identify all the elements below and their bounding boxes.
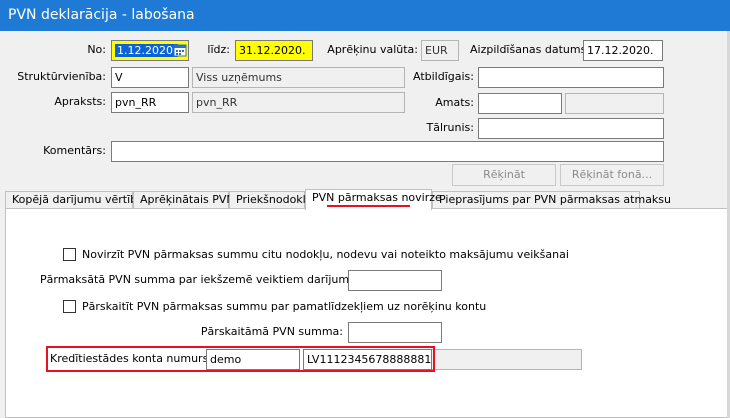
tab-prieksnodoklis[interactable]: Priekšnodoklis bbox=[229, 191, 315, 209]
transfer-checkbox-label: Pārskaitīt PVN pārmaksas summu par pamat… bbox=[82, 300, 487, 313]
komentars-label: Komentārs: bbox=[43, 144, 106, 157]
apraksts-label: Apraksts: bbox=[54, 95, 106, 108]
parskait-field[interactable] bbox=[348, 322, 442, 343]
talrunis-field[interactable] bbox=[478, 118, 664, 139]
tab-pieprasijums[interactable]: Pieprasījums par PVN pārmaksas atmaksu bbox=[432, 191, 671, 209]
rekinat-button[interactable]: Rēķināt bbox=[452, 164, 556, 186]
parskait-label: Pārskaitāmā PVN summa: bbox=[200, 325, 343, 338]
amats-label: Amats: bbox=[435, 96, 474, 109]
apraksts-name-field: pvn_RR bbox=[192, 92, 405, 113]
calendar-icon[interactable] bbox=[173, 43, 187, 57]
date-to-field[interactable]: 31.12.2020. bbox=[235, 40, 313, 61]
strukt-name-field: Viss uzņēmums bbox=[192, 67, 405, 88]
apraksts-code-field[interactable]: pvn_RR bbox=[111, 92, 189, 113]
komentars-field[interactable] bbox=[111, 141, 664, 162]
no-label: No: bbox=[87, 43, 106, 56]
summa-field[interactable] bbox=[348, 270, 442, 291]
rekinat-fona-button[interactable]: Rēķināt fonā... bbox=[560, 164, 664, 186]
lidz-label: līdz: bbox=[207, 43, 230, 56]
talrunis-label: Tālrunis: bbox=[426, 121, 474, 134]
atbildigais-field[interactable] bbox=[478, 67, 664, 88]
amats-field[interactable] bbox=[478, 93, 562, 114]
redirect-checkbox-label: Novirzīt PVN pārmaksas summu citu nodokļ… bbox=[82, 248, 569, 261]
tab-pvn-parmaksas-novirze[interactable]: PVN pārmaksas novirze bbox=[305, 189, 442, 210]
tab-kopeja-darijumu-vertiba[interactable]: Kopējā darījumu vērtība bbox=[5, 191, 144, 209]
redirect-checkbox[interactable] bbox=[63, 248, 76, 261]
tab-label: Pieprasījums par PVN pārmaksas atmaksu bbox=[439, 193, 672, 206]
tab-label: Kopējā darījumu vērtība bbox=[12, 193, 144, 206]
active-tab-underline bbox=[327, 205, 410, 207]
strukt-code-field[interactable]: V bbox=[111, 67, 189, 88]
tab-label: Priekšnodoklis bbox=[236, 193, 315, 206]
tab-aprekinatais-pvn[interactable]: Aprēķinātais PVN bbox=[133, 191, 235, 209]
aizpild-label: Aizpildīšanas datums: bbox=[470, 43, 591, 56]
valuta-field[interactable]: EUR bbox=[421, 40, 459, 61]
date-from-value: 1.12.2020. bbox=[115, 44, 179, 57]
tab-label: PVN pārmaksas novirze bbox=[312, 191, 442, 204]
annotation-box bbox=[46, 346, 435, 372]
valuta-label: Aprēķinu valūta: bbox=[327, 43, 418, 56]
atbildigais-label: Atbildīgais: bbox=[413, 70, 474, 83]
fill-date-field[interactable]: 17.12.2020. bbox=[583, 40, 663, 61]
transfer-checkbox[interactable] bbox=[63, 300, 76, 313]
summa-label: Pārmaksātā PVN summa par iekšzemē veikti… bbox=[40, 273, 374, 286]
tab-strip: Kopējā darījumu vērtība Aprēķinātais PVN… bbox=[5, 189, 730, 210]
amats-extra-field bbox=[565, 93, 664, 114]
strukt-label: Struktūrvienība: bbox=[17, 70, 106, 83]
window-title: PVN deklarācija - labošana bbox=[0, 0, 730, 31]
tab-label: Aprēķinātais PVN bbox=[140, 193, 235, 206]
